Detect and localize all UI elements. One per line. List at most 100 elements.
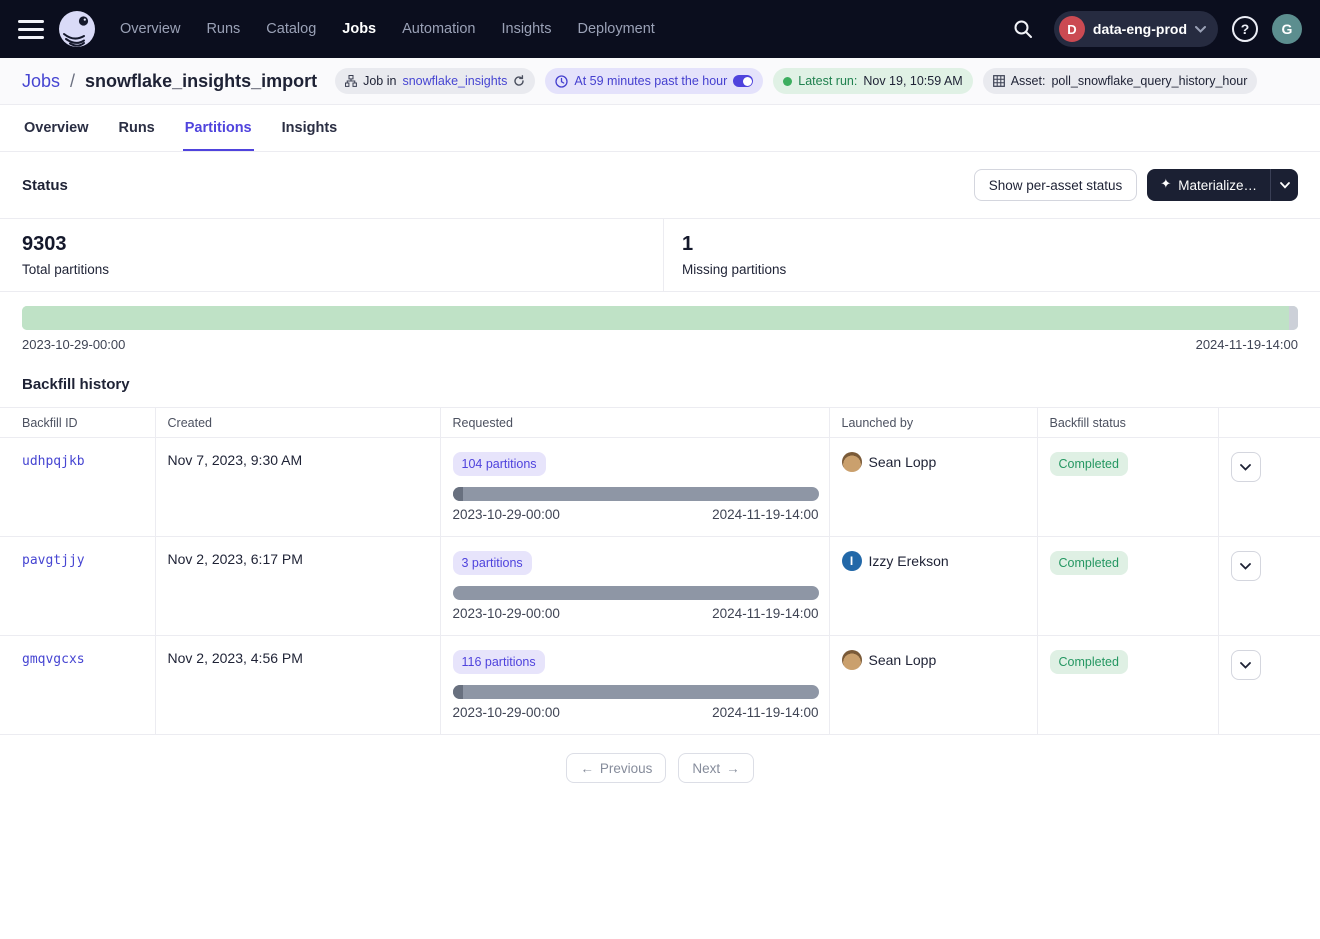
nav-item-insights[interactable]: Insights [501,21,551,37]
row-actions-button[interactable] [1231,452,1261,482]
col-created: Created [155,408,440,438]
latest-run-value[interactable]: Nov 19, 10:59 AM [863,74,962,88]
total-partitions-stat: 9303 Total partitions [0,219,663,291]
job-location-tag: Job in snowflake_insights [335,68,535,94]
backfill-id-link[interactable]: gmqvgcxs [22,652,85,667]
arrow-right-icon: → [726,761,740,776]
success-dot-icon [783,77,792,86]
missing-partitions-stat: 1 Missing partitions [663,219,1320,291]
tab-partitions[interactable]: Partitions [183,108,254,151]
hierarchy-icon [345,75,357,87]
partition-health-section: 2023-10-29-00:00 2024-11-19-14:00 [0,292,1320,352]
backfill-id-link[interactable]: udhpqjkb [22,454,85,469]
row-actions-button[interactable] [1231,650,1261,680]
missing-partitions-label: Missing partitions [682,262,1298,277]
requested-range-bar [453,685,819,699]
partition-range-start: 2023-10-29-00:00 [22,337,125,352]
range-start-label: 2023-10-29-00:00 [453,705,560,720]
total-partitions-value: 9303 [22,233,641,256]
latest-run-tag: Latest run: Nov 19, 10:59 AM [773,68,972,94]
user-photo-avatar [842,650,862,670]
total-partitions-label: Total partitions [22,262,641,277]
job-location-link[interactable]: snowflake_insights [402,74,507,88]
status-header: Status Show per-asset status ✦ Materiali… [0,152,1320,218]
chevron-down-icon [1240,464,1251,471]
range-start-label: 2023-10-29-00:00 [453,606,560,621]
status-badge: Completed [1050,551,1128,575]
launched-by-cell: Sean Lopp [842,452,1025,472]
created-timestamp: Nov 2, 2023, 6:17 PM [168,551,303,567]
previous-page-button[interactable]: ← Previous [566,753,666,783]
arrow-left-icon: ← [580,761,594,776]
created-timestamp: Nov 7, 2023, 9:30 AM [168,452,303,468]
next-page-button[interactable]: Next → [678,753,753,783]
breadcrumb-jobs-link[interactable]: Jobs [22,71,60,92]
nav-item-overview[interactable]: Overview [120,21,180,37]
next-label: Next [692,761,720,776]
table-row: pavgtjjy Nov 2, 2023, 6:17 PM 3 partitio… [0,537,1320,636]
materialize-dropdown-button[interactable] [1270,169,1298,201]
reload-icon[interactable] [513,75,525,87]
user-photo-avatar [842,452,862,472]
nav-item-jobs[interactable]: Jobs [342,21,376,37]
primary-nav: Overview Runs Catalog Jobs Automation In… [120,21,655,37]
schedule-tag: At 59 minutes past the hour [545,68,763,94]
deployment-switcher[interactable]: D data-eng-prod [1054,11,1218,47]
backfill-id-link[interactable]: pavgtjjy [22,553,85,568]
clock-icon [555,75,568,88]
nav-item-automation[interactable]: Automation [402,21,475,37]
launched-by-name: Izzy Erekson [869,553,949,569]
sparkle-icon: ✦ [1160,176,1171,192]
table-row: udhpqjkb Nov 7, 2023, 9:30 AM 104 partit… [0,438,1320,537]
launched-by-name: Sean Lopp [869,652,937,668]
col-launched-by: Launched by [829,408,1037,438]
nav-item-runs[interactable]: Runs [206,21,240,37]
partition-range-end: 2024-11-19-14:00 [1196,337,1298,352]
tab-insights[interactable]: Insights [280,108,340,151]
previous-label: Previous [600,761,653,776]
partition-bar-healthy-segment [22,306,1289,330]
status-badge: Completed [1050,452,1128,476]
tab-runs[interactable]: Runs [117,108,157,151]
breadcrumb-separator: / [70,71,75,92]
partition-stats: 9303 Total partitions 1 Missing partitio… [0,218,1320,292]
user-initial-avatar: I [842,551,862,571]
row-actions-button[interactable] [1231,551,1261,581]
nav-item-deployment[interactable]: Deployment [577,21,654,37]
range-start-label: 2023-10-29-00:00 [453,507,560,522]
requested-partitions-badge: 116 partitions [453,650,545,674]
asset-label: Asset: [1011,74,1046,88]
table-row: gmqvgcxs Nov 2, 2023, 4:56 PM 116 partit… [0,636,1320,735]
search-button[interactable] [1006,12,1040,46]
schedule-text: At 59 minutes past the hour [574,74,727,88]
tab-overview[interactable]: Overview [22,108,91,151]
launched-by-name: Sean Lopp [869,454,937,470]
pagination: ← Previous Next → [0,753,1320,783]
nav-item-catalog[interactable]: Catalog [266,21,316,37]
search-icon [1013,19,1033,39]
chevron-down-icon [1195,26,1206,33]
user-avatar[interactable]: G [1272,14,1302,44]
partition-bar-missing-segment [1289,306,1298,330]
col-backfill-status: Backfill status [1037,408,1218,438]
requested-range-bar [453,487,819,501]
partition-health-bar[interactable] [22,306,1298,330]
deployment-badge: D [1059,16,1085,42]
range-end-label: 2024-11-19-14:00 [712,507,818,522]
col-backfill-id: Backfill ID [0,408,155,438]
range-bar-cap [453,685,463,699]
job-location-prefix: Job in [363,74,396,88]
show-per-asset-status-button[interactable]: Show per-asset status [974,169,1138,201]
backfill-history-title: Backfill history [0,352,1320,407]
asset-link[interactable]: poll_snowflake_query_history_hour [1051,74,1247,88]
launched-by-cell: Sean Lopp [842,650,1025,670]
help-button[interactable]: ? [1232,16,1258,42]
schedule-toggle[interactable] [733,75,753,87]
table-header-row: Backfill ID Created Requested Launched b… [0,408,1320,438]
asset-tag: Asset: poll_snowflake_query_history_hour [983,68,1258,94]
menu-icon[interactable] [18,20,44,39]
job-tabs: Overview Runs Partitions Insights [0,105,1320,152]
requested-range-bar [453,586,819,600]
materialize-button[interactable]: ✦ Materialize… [1147,169,1270,201]
dagster-logo-icon[interactable] [58,10,96,48]
